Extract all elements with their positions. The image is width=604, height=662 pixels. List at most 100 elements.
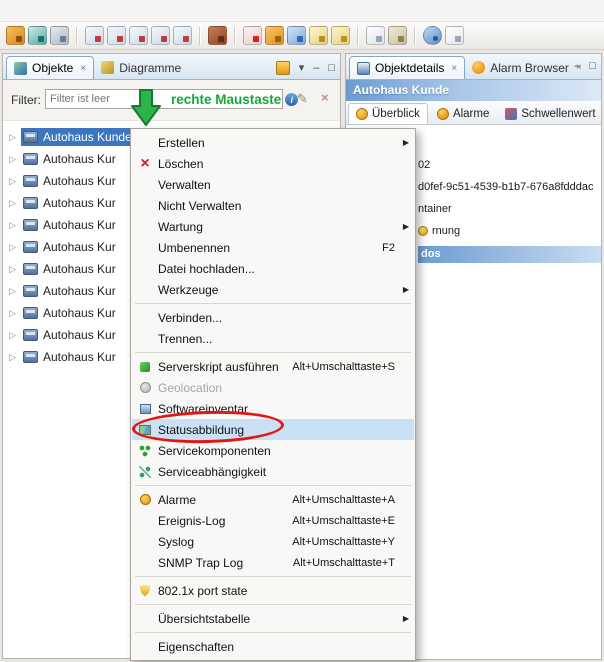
graph-icon[interactable] [129,26,148,45]
tab-objektdetails[interactable]: Objektdetails × [349,56,465,79]
expand-icon[interactable]: ▷ [9,286,21,297]
menu-item-wartung[interactable]: Wartung ▶ [132,216,414,237]
separator [357,27,359,45]
log-file-icon[interactable] [309,26,328,45]
separator [234,27,236,45]
menu-item-icon [135,310,155,326]
tree-item-label: Autohaus Kur [43,240,116,254]
info-icon: i [285,93,298,106]
alarm-icon[interactable] [6,26,25,45]
tab-schwellenwert[interactable]: Schwellenwert [498,103,602,124]
document-icon[interactable] [445,26,464,45]
menu-bar-item[interactable] [82,8,98,14]
menu-bar-item[interactable] [66,8,82,14]
graph-icon[interactable] [85,26,104,45]
menu-item-serverskript-ausfuehren[interactable]: Serverskript ausführen Alt+Umschalttaste… [132,356,414,377]
paste-icon[interactable] [388,26,407,45]
expand-icon[interactable]: ▷ [9,198,21,209]
menu-item-verbinden[interactable]: Verbinden... ▶ [132,307,414,328]
diagram-nodes-icon[interactable] [28,26,47,45]
tab-label: Objektdetails [375,61,444,75]
menu-item-snmp-trap-log[interactable]: SNMP Trap Log Alt+Umschalttaste+T ▶ [132,552,414,573]
menu-bar-item[interactable] [2,8,18,14]
expand-icon[interactable]: ▷ [9,132,21,143]
minimize-icon[interactable]: – [313,63,319,74]
menu-bar-item[interactable] [50,8,66,14]
menu-item-label: Ereignis-Log [158,514,225,528]
container-icon [23,307,38,319]
menu-item-nicht-verwalten[interactable]: Nicht Verwalten ▶ [132,195,414,216]
minimize-icon[interactable]: – [574,61,580,72]
subtab-label: Alarme [453,108,489,120]
tab-diagramme[interactable]: Diagramme [94,56,188,79]
tab-alarm-browser[interactable]: Alarm Browser × [465,56,589,79]
close-icon[interactable]: × [451,63,457,74]
menu-item-umbenennen[interactable]: Umbenennen F2 ▶ [132,237,414,258]
copy-icon[interactable] [366,26,385,45]
log-file-icon[interactable] [331,26,350,45]
server-icon[interactable] [50,26,69,45]
expand-icon[interactable]: ▷ [9,220,21,231]
menu-item-8021x-port-state[interactable]: 802.1x port state ▶ [132,580,414,601]
menu-bar-item[interactable] [18,8,34,14]
separator [135,485,411,486]
menu-item-trennen[interactable]: Trennen... ▶ [132,328,414,349]
graph-icon[interactable] [151,26,170,45]
submenu-arrow-icon: ▶ [399,614,409,623]
menu-bar-item[interactable] [98,8,114,14]
detail-status-fragment: rnung [432,225,460,237]
menu-item-icon [135,198,155,214]
menu-item-syslog[interactable]: Syslog Alt+Umschalttaste+Y ▶ [132,531,414,552]
menu-item-ereignis-log[interactable]: Ereignis-Log Alt+Umschalttaste+E ▶ [132,510,414,531]
separator [135,604,411,605]
book-icon[interactable] [208,26,227,45]
menu-item-label: 802.1x port state [158,584,247,598]
expand-icon[interactable]: ▷ [9,242,21,253]
menu-item-erstellen[interactable]: Erstellen ▶ [132,132,414,153]
menu-item-alarme[interactable]: Alarme Alt+Umschalttaste+A ▶ [132,489,414,510]
view-menu-icon[interactable]: ▾ [299,63,305,74]
tree-item-label: Autohaus Kur [43,218,116,232]
tab-objekte[interactable]: Objekte × [6,56,94,79]
expand-icon[interactable]: ▷ [9,264,21,275]
commands-section-header: dos [418,246,601,263]
graph-icon[interactable] [173,26,192,45]
monitor-icon[interactable] [287,26,306,45]
menu-item-verwalten[interactable]: Verwalten ▶ [132,174,414,195]
globe-icon[interactable] [423,26,442,45]
menu-item-shortcut: Alt+Umschalttaste+S [292,361,395,373]
expand-icon[interactable]: ▷ [9,330,21,341]
threshold-icon [505,108,517,120]
maximize-icon[interactable]: □ [328,63,335,74]
expand-icon[interactable]: ▷ [9,154,21,165]
close-icon[interactable]: × [80,63,86,74]
expand-icon[interactable]: ▷ [9,308,21,319]
pencil-icon[interactable]: ✎ [297,91,308,107]
collapse-all-icon[interactable] [276,61,290,75]
expand-icon[interactable]: ▷ [9,352,21,363]
menu-item-servicekomponenten[interactable]: Servicekomponenten ▶ [132,440,414,461]
menu-bar-item[interactable] [34,8,50,14]
menu-item-label: Wartung [158,220,203,234]
menu-item-datei-hochladen[interactable]: Datei hochladen... ▶ [132,258,414,279]
menu-item-label: Trennen... [158,332,212,346]
menu-item-serviceabhaengigkeit[interactable]: Serviceabhängigkeit ▶ [132,461,414,482]
container-icon [23,263,38,275]
menu-item-werkzeuge[interactable]: Werkzeuge ▶ [132,279,414,300]
menu-item-icon [135,261,155,277]
menu-item-icon [135,513,155,529]
menu-item-uebersichtstabelle[interactable]: Übersichtstabelle ▶ [132,608,414,629]
menu-item-label: Verwalten [158,178,211,192]
tab-ueberblick[interactable]: Überblick [348,103,428,124]
graph-icon[interactable] [107,26,126,45]
menu-item-eigenschaften[interactable]: Eigenschaften ▶ [132,636,414,657]
network-star-icon[interactable] [243,26,262,45]
grid-icon[interactable] [265,26,284,45]
expand-icon[interactable]: ▷ [9,176,21,187]
maximize-icon[interactable]: □ [589,61,596,72]
clear-filter-icon[interactable]: × [321,90,329,105]
menu-item-geolocation[interactable]: Geolocation ▶ [132,377,414,398]
menu-item-loeschen[interactable]: Löschen ▶ [132,153,414,174]
tab-alarme[interactable]: Alarme [430,103,496,124]
menu-item-icon [135,219,155,235]
